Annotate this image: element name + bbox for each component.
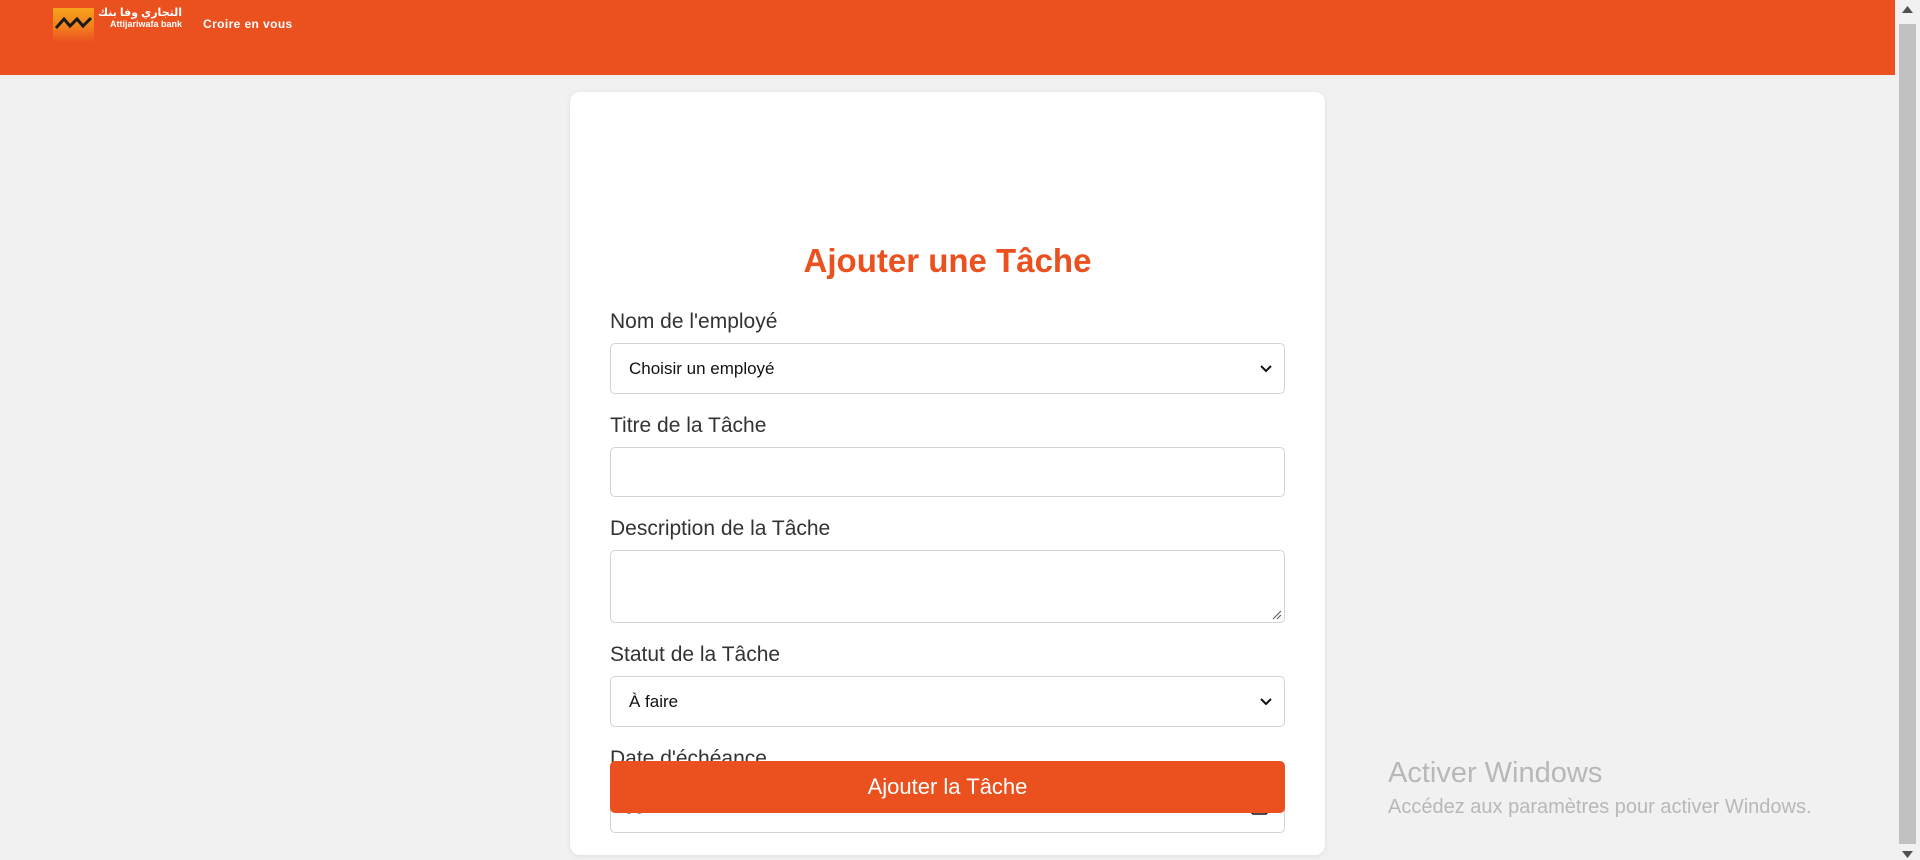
status-select[interactable]: À faire: [610, 676, 1285, 727]
scroll-up-arrow-icon[interactable]: [1902, 6, 1913, 13]
logo-mark-icon: [53, 8, 94, 42]
scroll-thumb[interactable]: [1899, 24, 1916, 844]
top-navbar: التجاري وفا بنك Attijariwafa bank Croire…: [0, 0, 1895, 75]
watermark-title: Activer Windows: [1388, 757, 1603, 789]
task-title-input[interactable]: [610, 447, 1285, 497]
watermark-subtitle: Accédez aux paramètres pour activer Wind…: [1388, 796, 1812, 818]
vertical-scrollbar[interactable]: [1895, 0, 1920, 860]
add-task-button[interactable]: Ajouter la Tâche: [610, 761, 1285, 813]
employee-select-value: Choisir un employé: [629, 358, 775, 378]
logo-latin-text: Attijariwafa bank: [109, 18, 183, 29]
employee-label: Nom de l'employé: [610, 310, 778, 333]
employee-select[interactable]: Choisir un employé: [610, 343, 1285, 394]
scroll-down-arrow-icon[interactable]: [1902, 851, 1913, 858]
description-textarea[interactable]: [610, 550, 1285, 623]
add-task-form-card: Ajouter une Tâche Nom de l'employé Chois…: [570, 92, 1325, 855]
bank-logo[interactable]: التجاري وفا بنك Attijariwafa bank: [53, 7, 183, 42]
resize-handle-icon[interactable]: [1272, 610, 1282, 620]
chevron-down-icon: [1260, 697, 1272, 705]
form-title: Ajouter une Tâche: [803, 242, 1092, 279]
task-title-label: Titre de la Tâche: [610, 414, 767, 437]
slogan: Croire en vous: [203, 17, 293, 31]
description-label: Description de la Tâche: [610, 517, 831, 540]
windows-activation-watermark: Activer Windows Accédez aux paramètres p…: [1388, 757, 1812, 819]
logo-arabic-text: التجاري وفا بنك: [98, 7, 183, 19]
status-select-value: À faire: [629, 691, 679, 711]
chevron-down-icon: [1260, 364, 1272, 372]
status-label: Statut de la Tâche: [610, 643, 781, 666]
